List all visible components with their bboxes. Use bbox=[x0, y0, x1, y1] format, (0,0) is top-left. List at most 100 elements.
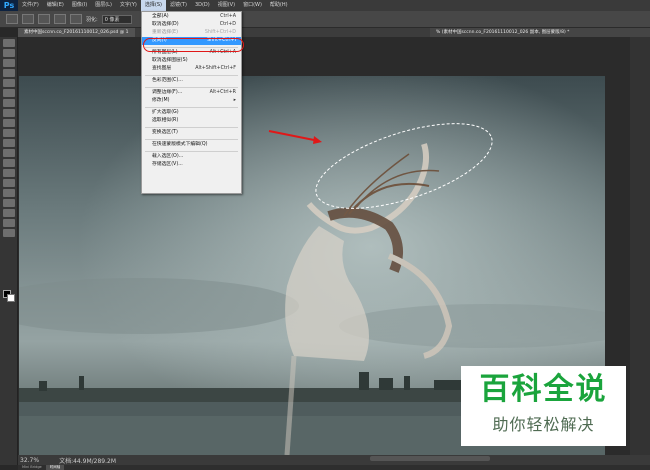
menu-item-label: 取消选择(D) bbox=[152, 22, 179, 27]
toolbox bbox=[0, 37, 18, 465]
menu-item[interactable]: 编辑(E) bbox=[43, 0, 68, 11]
new-selection-icon[interactable] bbox=[22, 14, 34, 24]
menu-item-label: 色彩范围(C)... bbox=[152, 78, 183, 83]
menu-item[interactable]: 文字(Y) bbox=[116, 0, 141, 11]
menu-item[interactable]: 图层(L) bbox=[91, 0, 116, 11]
select-menu-item[interactable]: 在快速蒙版模式下编辑(Q) bbox=[142, 141, 241, 149]
menu-item-label: 重新选择(E) bbox=[152, 30, 178, 35]
eraser-tool-icon[interactable] bbox=[3, 139, 15, 147]
menu-item-shortcut: Alt+Ctrl+R bbox=[209, 90, 236, 95]
select-menu-item: 重新选择(E) Shift+Ctrl+D bbox=[142, 29, 241, 37]
menu-item-label: 全部(A) bbox=[152, 14, 169, 19]
horizontal-scrollbar[interactable] bbox=[370, 456, 490, 461]
menu-item-shortcut: Ctrl+D bbox=[219, 22, 236, 27]
dodge-tool-icon[interactable] bbox=[3, 169, 15, 177]
feather-input[interactable]: 0 像素 bbox=[101, 14, 132, 24]
document-tab-active[interactable]: % (素材中国sccnn.co_F20161110012_026 副本, 图层蒙… bbox=[430, 28, 650, 37]
pen-tool-icon[interactable] bbox=[3, 179, 15, 187]
healing-brush-tool-icon[interactable] bbox=[3, 99, 15, 107]
marquee-tool-icon[interactable] bbox=[3, 49, 15, 57]
document-tab-bar: 素材中国sccnn.co_F20161110012_026.psd @ 1 % … bbox=[18, 28, 650, 37]
menu-item[interactable]: 滤镜(T) bbox=[166, 0, 191, 11]
watermark-subtitle: 助你轻松解决 bbox=[492, 415, 595, 434]
menu-separator bbox=[145, 138, 238, 140]
shape-tool-icon[interactable] bbox=[3, 209, 15, 217]
lasso-tool-preset-icon[interactable] bbox=[6, 14, 18, 24]
zoom-level[interactable]: 32.7% bbox=[20, 457, 39, 464]
blur-tool-icon[interactable] bbox=[3, 159, 15, 167]
add-to-selection-icon[interactable] bbox=[38, 14, 50, 24]
select-menu-item[interactable]: 修改(M) ▸ bbox=[142, 97, 241, 105]
background-color-swatch[interactable] bbox=[7, 294, 15, 302]
annotation-highlight-ring bbox=[143, 38, 244, 52]
menu-item-label: 变换选区(T) bbox=[152, 130, 178, 135]
feather-label: 羽化: bbox=[86, 16, 98, 23]
menu-separator bbox=[145, 74, 238, 76]
select-menu-item[interactable]: 扩大选取(G) bbox=[142, 109, 241, 117]
watermark-badge: 百科全说 助你轻松解决 bbox=[461, 366, 626, 446]
menu-item-shortcut: Alt+Shift+Ctrl+F bbox=[195, 66, 236, 71]
history-brush-tool-icon[interactable] bbox=[3, 129, 15, 137]
select-menu-item[interactable]: 调整边缘(F)... Alt+Ctrl+R bbox=[142, 89, 241, 97]
photoshop-logo: Ps bbox=[0, 0, 18, 11]
quick-selection-tool-icon[interactable] bbox=[3, 69, 15, 77]
bottom-panel-tabs: Mini Bridge 时间轴 bbox=[18, 465, 650, 470]
menu-item-label: 调整边缘(F)... bbox=[152, 90, 183, 95]
select-menu-item[interactable]: 存储选区(V)... bbox=[142, 161, 241, 169]
menu-separator bbox=[145, 106, 238, 108]
select-menu-item[interactable]: 选取相似(R) bbox=[142, 117, 241, 125]
path-selection-tool-icon[interactable] bbox=[3, 199, 15, 207]
menu-item-label: 存储选区(V)... bbox=[152, 162, 183, 167]
select-menu-item[interactable]: 查找图层 Alt+Shift+Ctrl+F bbox=[142, 65, 241, 73]
menu-bar: Ps 文件(F) 编辑(E) 图像(I) 图层(L) 文字(Y) 选择(S) 滤镜(T) 3D… bbox=[0, 0, 650, 11]
move-tool-icon[interactable] bbox=[3, 39, 15, 47]
menu-item-shortcut: Shift+Ctrl+D bbox=[204, 30, 236, 35]
menu-items: 文件(F) 编辑(E) 图像(I) 图层(L) 文字(Y) 选择(S) 滤镜(T) 3D(D)… bbox=[18, 0, 292, 11]
subtract-from-selection-icon[interactable] bbox=[54, 14, 66, 24]
watermark-title: 百科全说 bbox=[479, 372, 608, 407]
menu-item-label: 选取相似(R) bbox=[152, 118, 179, 123]
menu-item-label: 查找图层 bbox=[152, 66, 172, 71]
menu-item-label: 取消选择图层(S) bbox=[152, 58, 188, 63]
menu-separator bbox=[145, 126, 238, 128]
menu-item-label: 修改(M) bbox=[152, 98, 170, 103]
select-menu-item[interactable]: 取消选择图层(S) bbox=[142, 57, 241, 65]
brush-tool-icon[interactable] bbox=[3, 109, 15, 117]
tab-timeline[interactable]: 时间轴 bbox=[45, 465, 65, 470]
type-tool-icon[interactable] bbox=[3, 189, 15, 197]
tab-mini-bridge[interactable]: Mini Bridge bbox=[18, 465, 46, 470]
options-bar: 羽化: 0 像素 bbox=[0, 11, 650, 28]
document-info: 文档:44.9M/289.2M bbox=[59, 457, 116, 465]
menu-item-label: 在快速蒙版模式下编辑(Q) bbox=[152, 142, 208, 147]
select-menu-item[interactable]: 变换选区(T) bbox=[142, 129, 241, 137]
lasso-tool-icon[interactable] bbox=[3, 59, 15, 67]
hand-tool-icon[interactable] bbox=[3, 219, 15, 227]
select-menu-item[interactable]: 载入选区(O)... bbox=[142, 153, 241, 161]
gradient-tool-icon[interactable] bbox=[3, 149, 15, 157]
menu-separator bbox=[145, 86, 238, 88]
zoom-tool-icon[interactable] bbox=[3, 229, 15, 237]
intersect-selection-icon[interactable] bbox=[70, 14, 82, 24]
tool-list bbox=[0, 39, 17, 237]
clone-stamp-tool-icon[interactable] bbox=[3, 119, 15, 127]
menu-item-label: 扩大选取(G) bbox=[152, 110, 179, 115]
menu-item-shortcut: Ctrl+A bbox=[220, 14, 236, 19]
menu-separator bbox=[145, 150, 238, 152]
eyedropper-tool-icon[interactable] bbox=[3, 89, 15, 97]
menu-item-label: 载入选区(O)... bbox=[152, 154, 184, 159]
menu-item[interactable]: 窗口(W) bbox=[239, 0, 266, 11]
document-tab[interactable]: 素材中国sccnn.co_F20161110012_026.psd @ 1 bbox=[18, 28, 135, 37]
menu-item[interactable]: 视图(V) bbox=[214, 0, 239, 11]
select-menu-item[interactable]: 全部(A) Ctrl+A bbox=[142, 13, 241, 21]
select-menu-item[interactable]: 色彩范围(C)... bbox=[142, 77, 241, 85]
right-panel-dock bbox=[630, 37, 650, 455]
status-bar: 32.7% 文档:44.9M/289.2M bbox=[18, 455, 650, 465]
menu-item[interactable]: 3D(D) bbox=[191, 0, 214, 11]
menu-item[interactable]: 图像(I) bbox=[68, 0, 91, 11]
menu-item-shortcut: ▸ bbox=[233, 98, 236, 103]
menu-item[interactable]: 帮助(H) bbox=[266, 0, 292, 11]
menu-item[interactable]: 文件(F) bbox=[18, 0, 43, 11]
select-menu-item[interactable]: 取消选择(D) Ctrl+D bbox=[142, 21, 241, 29]
crop-tool-icon[interactable] bbox=[3, 79, 15, 87]
menu-item[interactable]: 选择(S) bbox=[140, 0, 166, 11]
